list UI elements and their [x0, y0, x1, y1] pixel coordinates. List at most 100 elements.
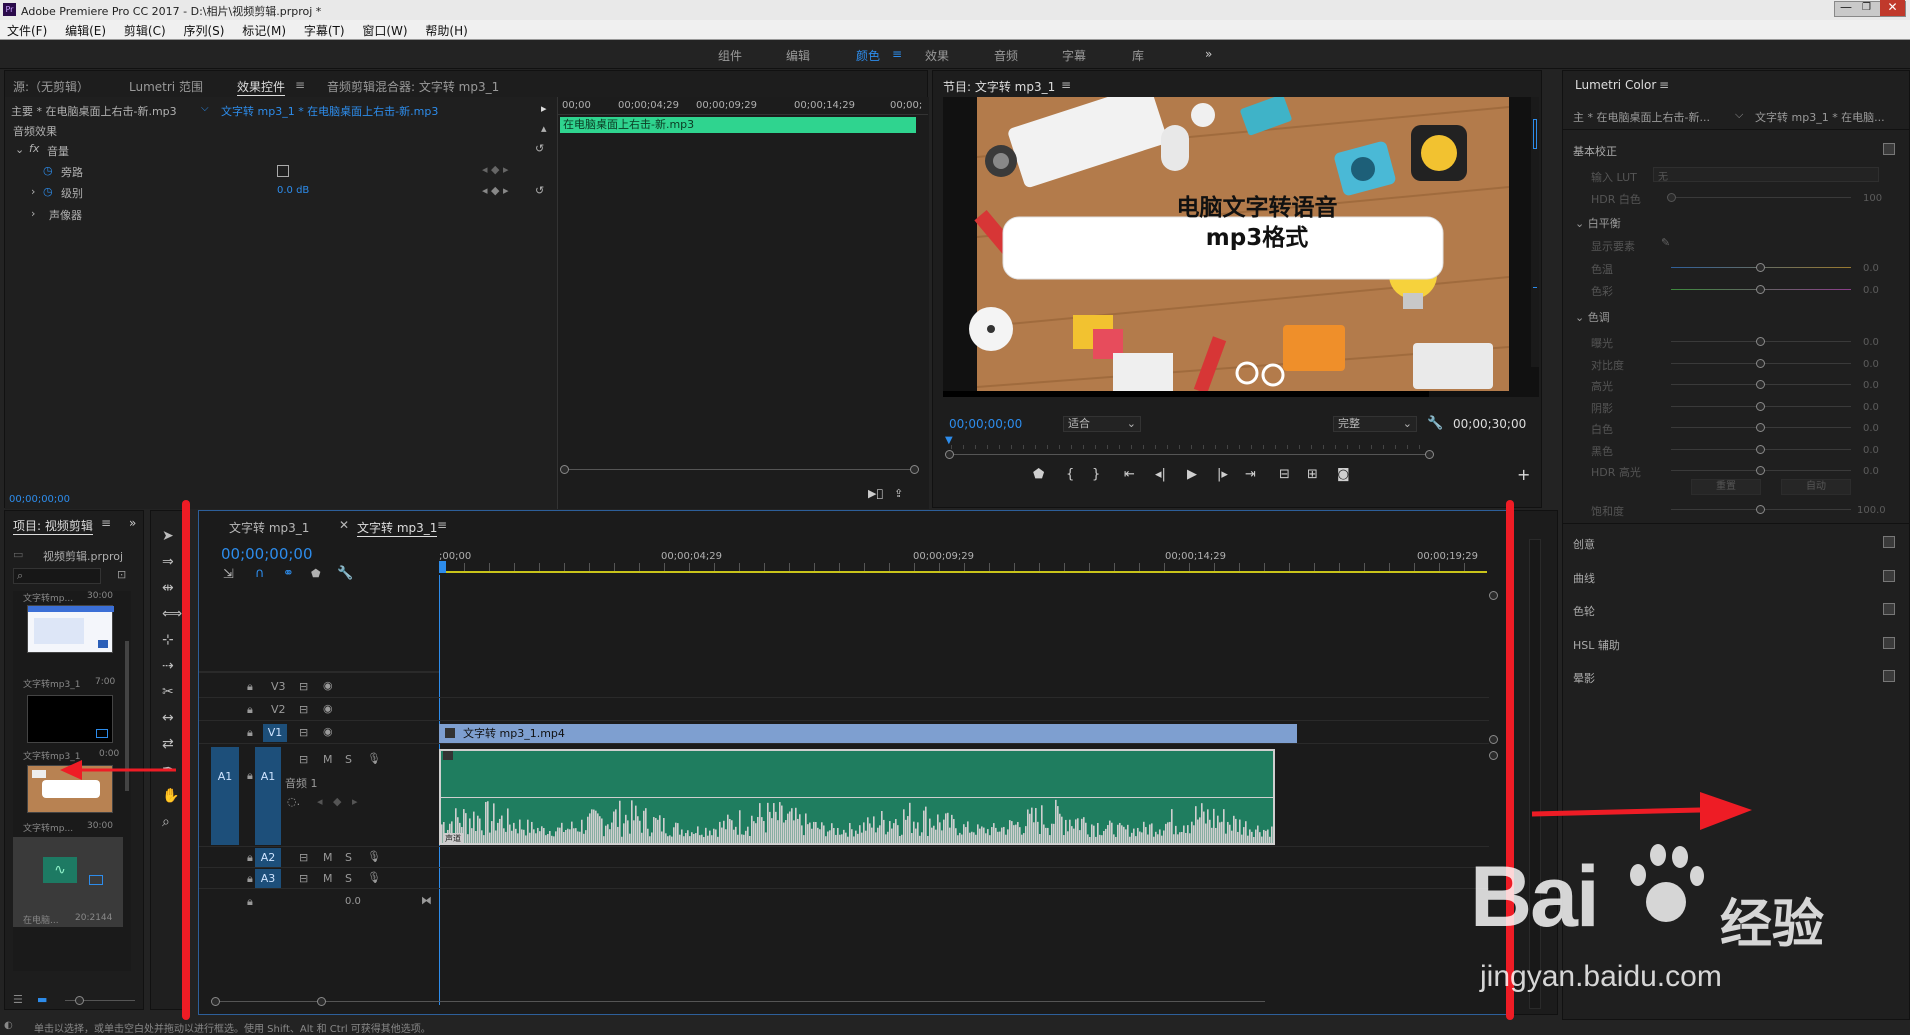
workspace-effects[interactable]: 效果: [925, 47, 949, 64]
temperature-knob[interactable]: [1756, 263, 1765, 272]
track-label-v2[interactable]: V2: [271, 703, 286, 716]
lock-icon[interactable]: 🔒︎: [247, 680, 253, 694]
scroll-end-handle[interactable]: [317, 997, 326, 1006]
tone-knob[interactable]: [1756, 358, 1765, 368]
expand-level-icon[interactable]: ›: [31, 185, 35, 198]
minimize-icon[interactable]: —: [1840, 0, 1852, 14]
thumb-size-knob[interactable]: [75, 996, 84, 1005]
zoom-tool-icon[interactable]: ⌕: [162, 813, 170, 831]
section-enable-checkbox[interactable]: [1883, 603, 1895, 615]
tab-sequence-1[interactable]: 文字转 mp3_1: [229, 519, 309, 536]
lock-icon[interactable]: 🔒︎: [247, 895, 253, 909]
timeline-timecode[interactable]: 00;00;00;00: [221, 545, 313, 563]
dropdown-arrow-icon[interactable]: ⌵: [1735, 108, 1743, 122]
tone-heading[interactable]: ⌄ 色调: [1575, 309, 1610, 325]
section-enable-checkbox[interactable]: [1883, 536, 1895, 548]
vscroll-mid-handle[interactable]: [1489, 735, 1498, 744]
lock-icon[interactable]: 🔒︎: [247, 851, 253, 865]
zoom-start-handle[interactable]: [560, 465, 569, 474]
tab-lumetri-scopes[interactable]: Lumetri 范围: [129, 78, 203, 95]
wrench-icon[interactable]: 🔧: [1427, 416, 1443, 431]
lumetri-master[interactable]: 主 * 在电脑桌面上右击-新...: [1573, 109, 1710, 125]
master-clip-label[interactable]: 主要 * 在电脑桌面上右击-新.mp3: [11, 103, 177, 119]
white-balance-heading[interactable]: ⌄ 白平衡: [1575, 215, 1621, 231]
mute-button[interactable]: M: [323, 753, 333, 766]
keyframe-nav-icon[interactable]: ◂ ◆ ▸: [482, 163, 509, 176]
zoom-end-handle[interactable]: [910, 465, 919, 474]
sync-icon[interactable]: ⊟: [299, 680, 308, 693]
item-name[interactable]: 文字转mp3_1: [23, 749, 80, 762]
project-title[interactable]: 项目: 视频剪辑: [13, 517, 93, 535]
workspace-more-icon[interactable]: »: [1205, 47, 1212, 61]
selection-tool-icon[interactable]: ➤: [162, 527, 174, 545]
track-label-a1[interactable]: A1: [255, 747, 281, 845]
slide-tool-icon[interactable]: ⇄: [162, 735, 174, 753]
lumetri-section[interactable]: HSL 辅助: [1573, 637, 1620, 653]
lock-icon[interactable]: 🔒︎: [247, 703, 253, 717]
add-button-icon[interactable]: +: [1517, 465, 1530, 484]
lock-icon[interactable]: 🔒︎: [247, 872, 253, 886]
icon-view-icon[interactable]: ▬: [37, 993, 47, 1006]
lumetri-section[interactable]: 晕影: [1573, 670, 1595, 686]
hdr-white-slider[interactable]: [1671, 197, 1851, 198]
lift-icon[interactable]: ⊟: [1279, 467, 1290, 482]
tab-menu-icon[interactable]: ≡: [295, 78, 305, 92]
hand-tool-icon[interactable]: ✋: [162, 787, 179, 805]
reset-button[interactable]: 重置: [1691, 479, 1761, 495]
go-to-end-icon[interactable]: ⧓: [421, 894, 432, 907]
auto-button[interactable]: 自动: [1781, 479, 1851, 495]
workspace-assembly[interactable]: 组件: [718, 47, 742, 64]
microphone-icon[interactable]: 🎙︎: [367, 752, 381, 765]
go-to-out-icon[interactable]: ⇥: [1245, 467, 1256, 482]
mute-button[interactable]: M: [323, 851, 333, 864]
export-icon[interactable]: ▶⃦: [868, 487, 883, 500]
menu-clip[interactable]: 剪辑(C): [117, 20, 173, 41]
rate-stretch-tool-icon[interactable]: ⊹: [162, 631, 174, 649]
reset-icon[interactable]: ↺: [535, 142, 544, 155]
lumetri-menu-icon[interactable]: ≡: [1659, 78, 1669, 92]
item-name[interactable]: 文字转mp3_1: [23, 677, 80, 690]
track-label-a3[interactable]: A3: [255, 869, 281, 888]
lumetri-title[interactable]: Lumetri Color: [1575, 78, 1656, 92]
effect-clip-bar[interactable]: 在电脑桌面上右击-新.mp3: [560, 117, 916, 133]
slip-tool-icon[interactable]: ↔: [162, 709, 174, 727]
solo-button[interactable]: S: [345, 851, 352, 864]
expand-panner-icon[interactable]: ›: [31, 207, 35, 220]
item-name[interactable]: 文字转mp...: [23, 821, 73, 834]
scroll-up-icon[interactable]: ▴: [541, 122, 547, 135]
track-label-v3[interactable]: V3: [271, 680, 286, 693]
maximize-icon[interactable]: ❐: [1862, 2, 1871, 13]
menu-help[interactable]: 帮助(H): [418, 20, 474, 41]
tint-knob[interactable]: [1756, 285, 1765, 294]
tone-knob[interactable]: [1756, 380, 1765, 389]
quality-dropdown[interactable]: 完整 ⌄: [1333, 416, 1417, 432]
sync-icon[interactable]: ⊟: [299, 726, 308, 739]
eye-icon[interactable]: ◉: [323, 725, 333, 738]
menu-title[interactable]: 字幕(T): [297, 20, 352, 41]
section-enable-checkbox[interactable]: [1883, 636, 1895, 649]
workspace-audio[interactable]: 音频: [994, 47, 1018, 64]
play-only-icon[interactable]: ▸: [541, 102, 547, 115]
mark-out-icon[interactable]: }: [1092, 467, 1100, 482]
lumetri-section[interactable]: 曲线: [1573, 570, 1595, 586]
video-clip[interactable]: 文字转 mp3_1.mp4: [439, 724, 1297, 743]
timeline-scrollbar[interactable]: [215, 1001, 1265, 1002]
keyframe-nav-level-icon[interactable]: ◂ ◆ ▸: [482, 184, 509, 197]
microphone-icon[interactable]: 🎙︎: [367, 871, 381, 884]
close-icon[interactable]: ✕: [1880, 0, 1905, 16]
hdr-white-knob[interactable]: [1667, 193, 1676, 202]
fx-icon[interactable]: fx: [29, 142, 39, 155]
step-back-icon[interactable]: ◂|: [1155, 467, 1166, 482]
lut-dropdown[interactable]: 无: [1653, 167, 1879, 183]
track-label-a2[interactable]: A2: [255, 848, 281, 867]
bypass-checkbox[interactable]: [277, 165, 289, 177]
keyframe-icon[interactable]: ◌.: [287, 795, 300, 808]
mini-ruler[interactable]: 00;00 00;00;04;29 00;00;09;29 00;00;14;2…: [558, 97, 928, 115]
pen-tool-icon[interactable]: ✒: [162, 761, 174, 779]
sync-icon[interactable]: ⊟: [299, 703, 308, 716]
basic-correction-heading[interactable]: 基本校正: [1573, 143, 1617, 159]
play-icon[interactable]: ▶: [1187, 467, 1197, 482]
tone-knob[interactable]: [1756, 444, 1765, 454]
sync-icon[interactable]: ⊟: [299, 872, 308, 885]
list-view-icon[interactable]: ☰: [13, 993, 23, 1006]
